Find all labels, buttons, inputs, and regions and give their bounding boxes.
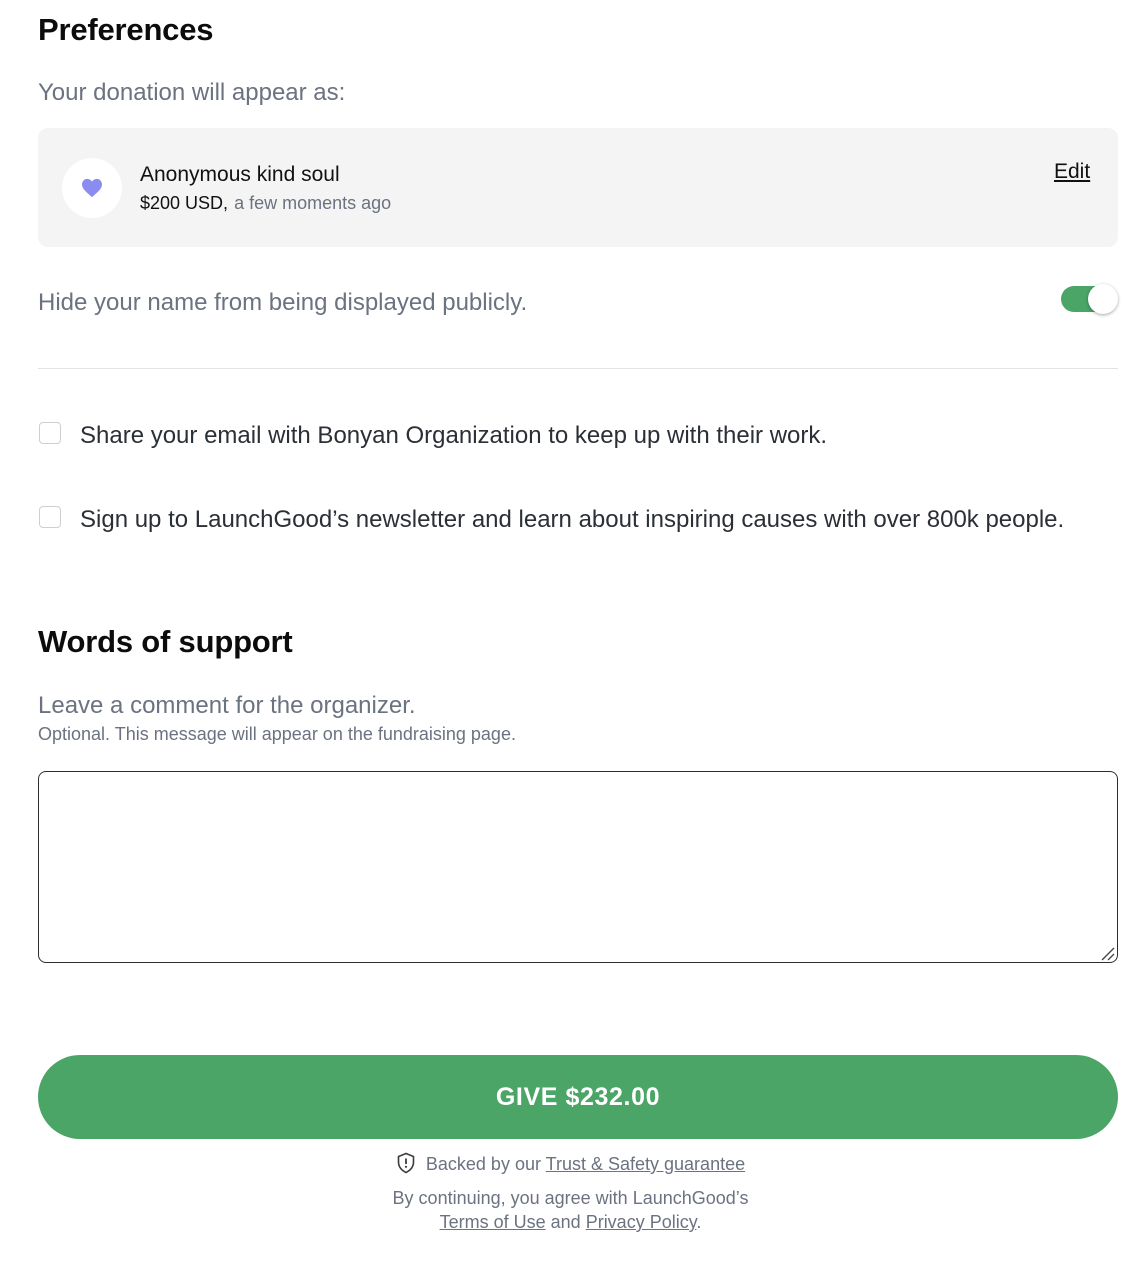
toggle-knob — [1088, 284, 1118, 314]
and-text: and — [550, 1212, 581, 1232]
comment-textarea[interactable] — [38, 771, 1118, 963]
donor-amount: $200 USD, — [140, 193, 229, 213]
donor-time: a few moments ago — [234, 193, 392, 213]
share-email-label: Share your email with Bonyan Organizatio… — [80, 422, 828, 449]
donation-preferences-page: Preferences Your donation will appear as… — [0, 0, 1141, 1262]
give-button[interactable]: GIVE $232.00 — [38, 1055, 1118, 1139]
appear-as-label: Your donation will appear as: — [38, 79, 346, 106]
preferences-heading: Preferences — [38, 12, 214, 47]
comment-hint: Optional. This message will appear on th… — [38, 724, 516, 744]
divider — [38, 368, 1118, 369]
agree-text: By continuing, you agree with LaunchGood… — [392, 1188, 749, 1208]
trust-safety-link[interactable]: Trust & Safety guarantee — [546, 1154, 745, 1174]
terms-link[interactable]: Terms of Use — [440, 1212, 546, 1232]
donor-meta: $200 USD, a few moments ago — [140, 193, 391, 214]
share-email-checkbox[interactable] — [39, 422, 61, 444]
trust-line: Backed by our Trust & Safety guarantee — [0, 1152, 1141, 1175]
resize-handle-icon[interactable] — [1099, 945, 1115, 961]
hide-name-toggle[interactable] — [1061, 284, 1118, 314]
avatar — [62, 158, 122, 218]
hide-name-label: Hide your name from being displayed publ… — [38, 289, 528, 316]
period: . — [696, 1212, 702, 1232]
privacy-link[interactable]: Privacy Policy — [586, 1212, 697, 1232]
words-of-support-heading: Words of support — [38, 624, 293, 659]
newsletter-label: Sign up to LaunchGood’s newsletter and l… — [80, 506, 1065, 533]
donor-name: Anonymous kind soul — [140, 163, 340, 186]
heart-icon — [82, 178, 102, 198]
legal-links-line: Terms of Use and Privacy Policy. — [0, 1212, 1141, 1233]
edit-link[interactable]: Edit — [1054, 160, 1090, 184]
donor-preview-card — [38, 128, 1118, 247]
comment-label: Leave a comment for the organizer. — [38, 692, 416, 719]
newsletter-checkbox[interactable] — [39, 506, 61, 528]
backed-text: Backed by our — [425, 1154, 541, 1174]
shield-icon — [397, 1152, 415, 1174]
